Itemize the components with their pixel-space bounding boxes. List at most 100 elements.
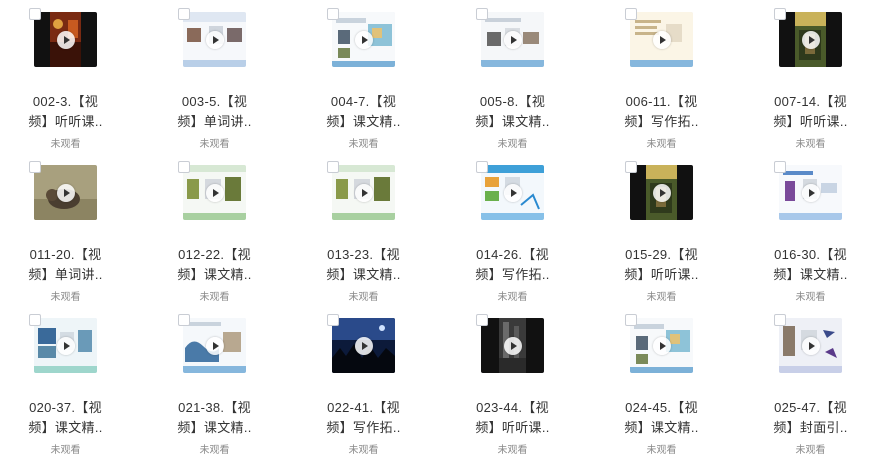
video-item[interactable]: 016-30.【视 频】课文精.. 未观看 (745, 153, 876, 303)
select-checkbox[interactable] (625, 314, 637, 326)
video-title[interactable]: 012-22.【视 频】课文精.. (149, 245, 280, 285)
video-title-line1: 016-30.【视 (774, 247, 847, 262)
video-thumbnail[interactable] (332, 12, 395, 67)
video-item[interactable]: 004-7.【视 频】课文精.. 未观看 (298, 0, 447, 150)
play-icon (652, 30, 671, 49)
video-item[interactable]: 005-8.【视 频】课文精.. 未观看 (447, 0, 596, 150)
select-checkbox[interactable] (29, 161, 41, 173)
select-checkbox[interactable] (327, 161, 339, 173)
video-thumbnail[interactable] (481, 165, 544, 220)
video-item[interactable]: 022-41.【视 频】写作拓.. 未观看 (298, 306, 447, 456)
video-title[interactable]: 021-38.【视 频】课文精.. (149, 398, 280, 438)
video-item[interactable]: 006-11.【视 频】写作拓.. 未观看 (596, 0, 745, 150)
video-thumbnail[interactable] (34, 12, 97, 67)
video-title-line2: 频】单词讲.. (177, 114, 252, 129)
play-icon (801, 30, 820, 49)
watch-status: 未观看 (497, 445, 528, 456)
select-checkbox[interactable] (476, 314, 488, 326)
video-item[interactable]: 024-45.【视 频】课文精.. 未观看 (596, 306, 745, 456)
video-item[interactable]: 012-22.【视 频】课文精.. 未观看 (149, 153, 298, 303)
video-title-line2: 频】单词讲.. (28, 267, 103, 282)
video-thumbnail[interactable] (481, 12, 544, 67)
select-checkbox[interactable] (625, 8, 637, 20)
video-item[interactable]: 002-3.【视 频】听听课.. 未观看 (0, 0, 149, 150)
select-checkbox[interactable] (29, 8, 41, 20)
video-title[interactable]: 002-3.【视 频】听听课.. (0, 92, 131, 132)
video-item[interactable]: 003-5.【视 频】单词讲.. 未观看 (149, 0, 298, 150)
select-checkbox[interactable] (774, 314, 786, 326)
video-title-line2: 频】课文精.. (326, 114, 401, 129)
watch-status: 未观看 (348, 139, 379, 150)
video-grid: 002-3.【视 频】听听课.. 未观看 003-5.【视 频】单词讲.. 未观看 004-… (0, 0, 876, 466)
video-title-line1: 021-38.【视 (178, 400, 251, 415)
video-item[interactable]: 023-44.【视 频】听听课.. 未观看 (447, 306, 596, 456)
play-icon (652, 336, 671, 355)
video-item[interactable]: 011-20.【视 频】单词讲.. 未观看 (0, 153, 149, 303)
video-thumbnail[interactable] (779, 12, 842, 67)
video-title-line1: 003-5.【视 (181, 94, 248, 109)
video-title-line1: 024-45.【视 (625, 400, 698, 415)
video-title[interactable]: 003-5.【视 频】单词讲.. (149, 92, 280, 132)
select-checkbox[interactable] (327, 8, 339, 20)
video-title[interactable]: 005-8.【视 频】课文精.. (447, 92, 578, 132)
select-checkbox[interactable] (625, 161, 637, 173)
select-checkbox[interactable] (178, 8, 190, 20)
video-thumbnail[interactable] (630, 318, 693, 373)
video-thumbnail[interactable] (332, 318, 395, 373)
video-title[interactable]: 011-20.【视 频】单词讲.. (0, 245, 131, 285)
video-thumbnail[interactable] (779, 318, 842, 373)
video-thumbnail[interactable] (183, 12, 246, 67)
video-thumbnail[interactable] (183, 165, 246, 220)
video-item[interactable]: 020-37.【视 频】课文精.. 未观看 (0, 306, 149, 456)
video-item[interactable]: 007-14.【视 频】听听课.. 未观看 (745, 0, 876, 150)
select-checkbox[interactable] (178, 161, 190, 173)
video-item[interactable]: 025-47.【视 频】封面引.. 未观看 (745, 306, 876, 456)
video-title-line2: 频】课文精.. (177, 267, 252, 282)
video-thumbnail[interactable] (481, 318, 544, 373)
video-title-line2: 频】课文精.. (475, 114, 550, 129)
play-icon (56, 183, 75, 202)
video-title-line2: 频】课文精.. (773, 267, 848, 282)
video-item[interactable]: 021-38.【视 频】课文精.. 未观看 (149, 306, 298, 456)
video-title[interactable]: 004-7.【视 频】课文精.. (298, 92, 429, 132)
video-thumbnail[interactable] (332, 165, 395, 220)
select-checkbox[interactable] (29, 314, 41, 326)
video-item[interactable]: 013-23.【视 频】课文精.. 未观看 (298, 153, 447, 303)
video-title[interactable]: 007-14.【视 频】听听课.. (745, 92, 876, 132)
video-title[interactable]: 016-30.【视 频】课文精.. (745, 245, 876, 285)
watch-status: 未观看 (348, 445, 379, 456)
video-title[interactable]: 020-37.【视 频】课文精.. (0, 398, 131, 438)
video-title[interactable]: 023-44.【视 频】听听课.. (447, 398, 578, 438)
video-title[interactable]: 013-23.【视 频】课文精.. (298, 245, 429, 285)
select-checkbox[interactable] (476, 161, 488, 173)
video-thumbnail[interactable] (779, 165, 842, 220)
play-icon (503, 336, 522, 355)
video-item[interactable]: 015-29.【视 频】听听课.. 未观看 (596, 153, 745, 303)
watch-status: 未观看 (50, 445, 81, 456)
video-thumbnail[interactable] (183, 318, 246, 373)
video-title[interactable]: 025-47.【视 频】封面引.. (745, 398, 876, 438)
video-title-line2: 频】写作拓.. (326, 420, 401, 435)
video-title-line2: 频】写作拓.. (624, 114, 699, 129)
video-title[interactable]: 015-29.【视 频】听听课.. (596, 245, 727, 285)
video-title[interactable]: 014-26.【视 频】写作拓.. (447, 245, 578, 285)
video-thumbnail[interactable] (34, 165, 97, 220)
watch-status: 未观看 (646, 139, 677, 150)
select-checkbox[interactable] (476, 8, 488, 20)
select-checkbox[interactable] (178, 314, 190, 326)
play-icon (56, 336, 75, 355)
video-thumbnail[interactable] (630, 12, 693, 67)
video-item[interactable]: 014-26.【视 频】写作拓.. 未观看 (447, 153, 596, 303)
video-title-line1: 005-8.【视 (479, 94, 546, 109)
select-checkbox[interactable] (774, 8, 786, 20)
video-title[interactable]: 006-11.【视 频】写作拓.. (596, 92, 727, 132)
watch-status: 未观看 (646, 292, 677, 303)
video-title[interactable]: 022-41.【视 频】写作拓.. (298, 398, 429, 438)
video-thumbnail[interactable] (630, 165, 693, 220)
video-title-line2: 频】听听课.. (475, 420, 550, 435)
select-checkbox[interactable] (774, 161, 786, 173)
video-title[interactable]: 024-45.【视 频】课文精.. (596, 398, 727, 438)
select-checkbox[interactable] (327, 314, 339, 326)
video-thumbnail[interactable] (34, 318, 97, 373)
video-title-line1: 013-23.【视 (327, 247, 400, 262)
